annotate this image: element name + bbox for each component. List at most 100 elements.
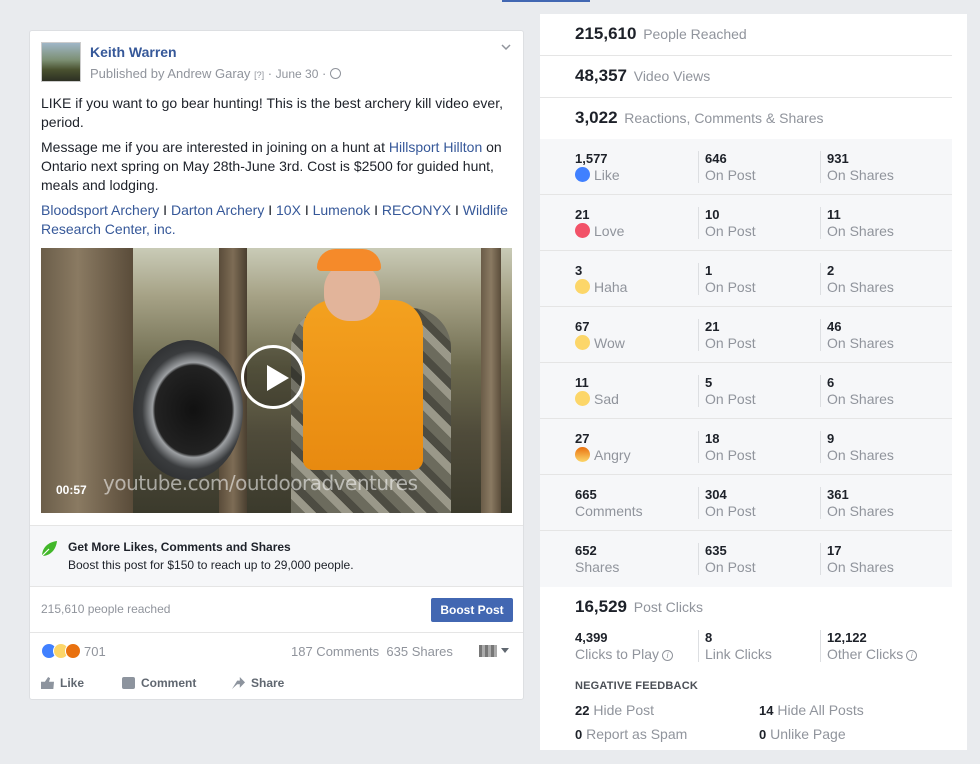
comment-label: Comment	[141, 676, 197, 690]
row-label: Haha	[594, 279, 628, 295]
caret-down-icon[interactable]	[501, 648, 509, 653]
metric-label: Video Views	[633, 68, 711, 84]
leaf-icon	[41, 541, 57, 557]
clicks-label: Other Clicks	[827, 646, 904, 662]
people-reached-text[interactable]: 215,610 people reached	[41, 602, 170, 616]
on-post-label: On Post	[705, 447, 756, 463]
tag-link[interactable]: Darton Archery	[171, 202, 264, 218]
engagement-metric: 3,022 Reactions, Comments & Shares	[540, 98, 952, 140]
stat-value: 0	[575, 727, 583, 742]
tag-separator: I	[451, 202, 463, 218]
row-label: Love	[594, 223, 625, 239]
share-button[interactable]: Share	[232, 676, 284, 690]
video-duration: 00:57	[56, 483, 87, 497]
on-post-label: On Post	[705, 223, 756, 239]
thumbs-up-icon	[41, 677, 54, 689]
negative-feedback-title: NEGATIVE FEEDBACK	[575, 680, 698, 692]
on-shares-label: On Shares	[827, 335, 894, 351]
row-label: Wow	[594, 335, 625, 351]
report-spam-stat: 0 Report as Spam	[575, 726, 687, 742]
like-label: Like	[60, 676, 85, 690]
on-post-label: On Post	[705, 167, 756, 183]
on-post-value: 10	[705, 207, 720, 222]
post-text: LIKE if you want to go bear hunting! Thi…	[41, 94, 515, 245]
on-shares-label: On Shares	[827, 223, 894, 239]
page-thumbnail-icon[interactable]	[479, 645, 497, 657]
clicks-label: Link Clicks	[705, 646, 772, 662]
people-reached-metric: 215,610 People Reached	[540, 14, 952, 56]
publish-line: Published by Andrew Garay [?] · June 30 …	[90, 66, 341, 81]
tag-link[interactable]: RECONYX	[382, 202, 451, 218]
reaction-summary: 701 187 Comments 635 Shares	[41, 643, 511, 659]
location-link[interactable]: Hillsport Hillton	[389, 139, 482, 155]
on-post-label: On Post	[705, 503, 756, 519]
video-scene-head	[324, 263, 380, 321]
like-icon	[575, 167, 590, 182]
row-total: 1,577	[575, 151, 608, 166]
boost-post-button[interactable]: Boost Post	[431, 598, 513, 622]
video-scene-cap	[317, 249, 381, 271]
comment-button[interactable]: Comment	[122, 676, 196, 690]
on-post-value: 646	[705, 151, 727, 166]
stat-label: Hide All Posts	[777, 702, 864, 718]
row-total: 665	[575, 487, 597, 502]
metric-value: 3,022	[575, 108, 618, 127]
clicks-value: 8	[705, 630, 713, 645]
breakdown-row: 3 Haha 1 On Post 2 On Shares	[540, 251, 952, 307]
play-icon[interactable]	[241, 345, 305, 409]
metric-value: 16,529	[575, 597, 627, 616]
reaction-count[interactable]: 701	[84, 644, 106, 659]
avatar[interactable]	[41, 42, 81, 82]
row-label: Shares	[575, 559, 620, 575]
stat-label: Unlike Page	[770, 726, 846, 742]
tag-link[interactable]: 10X	[276, 202, 301, 218]
tag-link[interactable]: Bloodsport Archery	[41, 202, 159, 218]
info-icon[interactable]: i	[662, 650, 674, 661]
video-player[interactable]: youtube.com/outdooradventures 00:57	[41, 248, 512, 513]
comment-icon	[122, 677, 135, 689]
row-total: 67	[575, 319, 590, 334]
stat-value: 14	[759, 703, 774, 718]
post-clicks-metric: 16,529 Post Clicks	[540, 587, 952, 629]
tag-link[interactable]: Lumenok	[313, 202, 371, 218]
clicks-value: 4,399	[575, 630, 608, 645]
chevron-down-icon[interactable]	[501, 42, 511, 52]
breakdown-row: 21 Love 10 On Post 11 On Shares	[540, 195, 952, 251]
post-card: Keith Warren Published by Andrew Garay […	[29, 30, 524, 700]
breakdown-row: 652 Shares 635 On Post 17 On Shares	[540, 531, 952, 587]
video-views-metric: 48,357 Video Views	[540, 56, 952, 98]
author-name[interactable]: Keith Warren	[90, 44, 177, 60]
published-by: Published by Andrew Garay	[90, 66, 251, 81]
on-post-label: On Post	[705, 279, 756, 295]
stat-label: Report as Spam	[586, 726, 688, 742]
wow-icon	[575, 335, 590, 350]
like-button[interactable]: Like	[41, 676, 84, 690]
comments-count[interactable]: 187 Comments	[291, 644, 379, 659]
on-shares-value: 11	[827, 207, 841, 222]
on-post-value: 635	[705, 543, 727, 558]
post-date[interactable]: June 30	[276, 67, 319, 81]
on-shares-label: On Shares	[827, 447, 894, 463]
help-mark[interactable]: [?]	[254, 70, 264, 80]
share-icon	[232, 677, 245, 689]
on-shares-value: 9	[827, 431, 835, 446]
stat-label: Hide Post	[593, 702, 655, 718]
on-post-value: 1	[705, 263, 713, 278]
metric-label: People Reached	[643, 26, 747, 42]
comments-shares-count: 187 Comments 635 Shares	[291, 644, 453, 659]
globe-icon[interactable]	[329, 68, 341, 79]
tag-separator: I	[300, 202, 313, 218]
breakdown-row: 67 Wow 21 On Post 46 On Shares	[540, 307, 952, 363]
clicks-value: 12,122	[827, 630, 867, 645]
angry-icon[interactable]	[65, 643, 81, 659]
info-icon[interactable]: i	[906, 650, 918, 661]
tag-separator: I	[159, 202, 171, 218]
shares-count[interactable]: 635 Shares	[386, 644, 453, 659]
sad-icon	[575, 391, 590, 406]
love-icon	[575, 223, 590, 238]
on-shares-value: 6	[827, 375, 835, 390]
breakdown-row: 27 Angry 18 On Post 9 On Shares	[540, 419, 952, 475]
hide-all-posts-stat: 14 Hide All Posts	[759, 702, 864, 718]
on-post-label: On Post	[705, 391, 756, 407]
on-shares-label: On Shares	[827, 279, 894, 295]
